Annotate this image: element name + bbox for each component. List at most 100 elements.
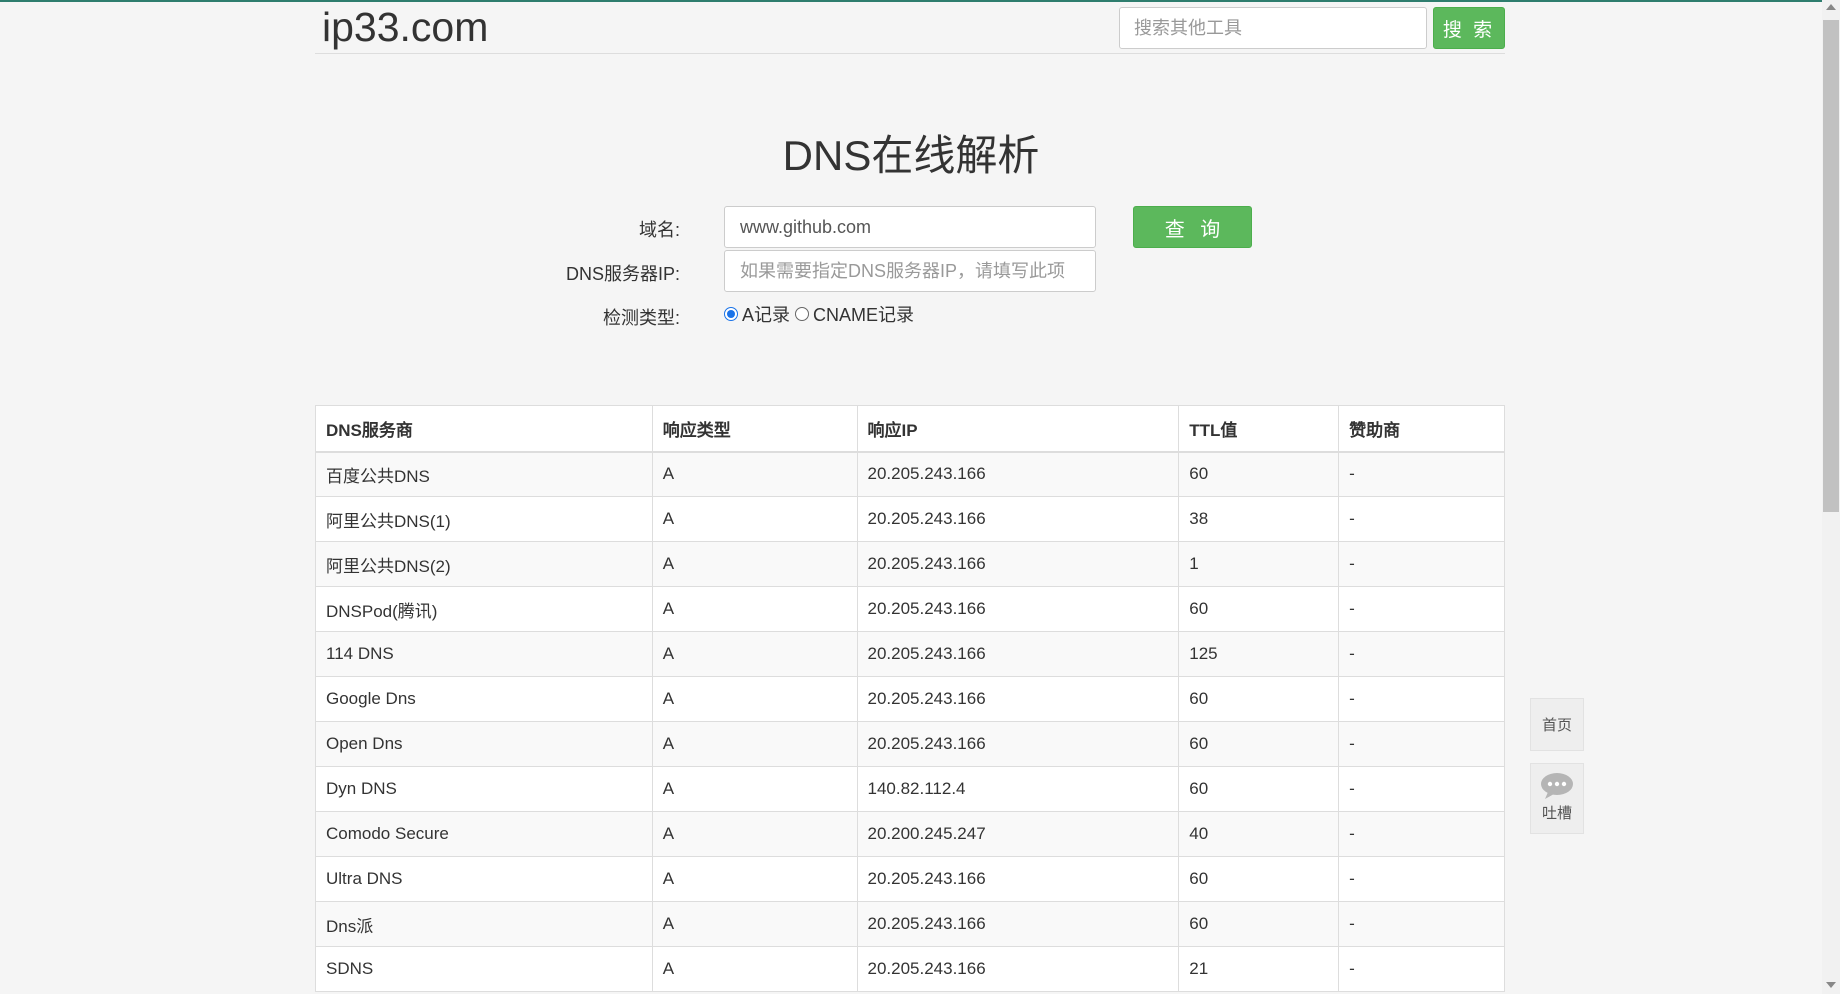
table-row: Dns派 A 20.205.243.166 60 - [315, 901, 1505, 947]
cell-ttl: 60 [1178, 676, 1340, 722]
cell-ttl: 21 [1178, 946, 1340, 992]
cell-ttl: 38 [1178, 496, 1340, 542]
cell-sponsor: - [1338, 451, 1505, 497]
cell-sponsor: - [1338, 766, 1505, 812]
page-title: DNS在线解析 [782, 132, 1040, 179]
cell-dns-provider: Open Dns [315, 721, 653, 767]
cell-response-ip: 20.205.243.166 [856, 901, 1180, 947]
cell-sponsor: - [1338, 541, 1505, 587]
cell-response-type: A [651, 901, 858, 947]
cell-sponsor: - [1338, 901, 1505, 947]
cell-response-ip: 20.205.243.166 [856, 451, 1180, 497]
scrollbar-thumb[interactable] [1823, 20, 1839, 512]
cell-dns-provider: Dns派 [315, 901, 653, 947]
cell-response-ip: 20.205.243.166 [856, 721, 1180, 767]
cell-response-ip: 20.200.245.247 [856, 811, 1180, 857]
cell-response-ip: 140.82.112.4 [856, 766, 1180, 812]
dns-server-ip-label: DNS服务器IP: [565, 264, 680, 284]
cell-response-ip: 20.205.243.166 [856, 856, 1180, 902]
header-ttl: TTL值 [1178, 405, 1340, 453]
cell-response-type: A [651, 946, 858, 992]
cell-dns-provider: DNSPod(腾讯) [315, 586, 653, 632]
tool-search-input[interactable] [1119, 7, 1427, 49]
cell-sponsor: - [1338, 811, 1505, 857]
header-sponsor: 赞助商 [1338, 405, 1505, 453]
domain-input[interactable] [724, 206, 1096, 248]
cell-sponsor: - [1338, 496, 1505, 542]
header-response-ip: 响应IP [856, 405, 1180, 453]
cell-response-ip: 20.205.243.166 [856, 676, 1180, 722]
cell-ttl: 60 [1178, 766, 1340, 812]
cell-response-type: A [651, 451, 858, 497]
tool-search-button[interactable]: 搜 索 [1433, 7, 1505, 49]
radio-a-record-label[interactable]: A记录 [742, 301, 790, 327]
cell-sponsor: - [1338, 721, 1505, 767]
cell-ttl: 1 [1178, 541, 1340, 587]
table-row: 阿里公共DNS(2) A 20.205.243.166 1 - [315, 541, 1505, 587]
cell-response-ip: 20.205.243.166 [856, 631, 1180, 677]
site-logo[interactable]: ip33.com [322, 4, 488, 51]
cell-response-ip: 20.205.243.166 [856, 586, 1180, 632]
radio-cname-record-label[interactable]: CNAME记录 [813, 301, 914, 327]
cell-response-ip: 20.205.243.166 [856, 541, 1180, 587]
cell-ttl: 40 [1178, 811, 1340, 857]
cell-dns-provider: Google Dns [315, 676, 653, 722]
table-row: Open Dns A 20.205.243.166 60 - [315, 721, 1505, 767]
cell-sponsor: - [1338, 856, 1505, 902]
cell-response-type: A [651, 766, 858, 812]
cell-dns-provider: Ultra DNS [315, 856, 653, 902]
home-float-button[interactable]: 首页 [1530, 698, 1584, 751]
query-button[interactable]: 查 询 [1133, 206, 1252, 248]
table-row: Google Dns A 20.205.243.166 60 - [315, 676, 1505, 722]
table-row: DNSPod(腾讯) A 20.205.243.166 60 - [315, 586, 1505, 632]
table-row: 阿里公共DNS(1) A 20.205.243.166 38 - [315, 496, 1505, 542]
radio-a-record[interactable] [724, 307, 738, 321]
table-row: Ultra DNS A 20.205.243.166 60 - [315, 856, 1505, 902]
cell-ttl: 125 [1178, 631, 1340, 677]
cell-dns-provider: Dyn DNS [315, 766, 653, 812]
cell-sponsor: - [1338, 631, 1505, 677]
cell-sponsor: - [1338, 676, 1505, 722]
cell-dns-provider: SDNS [315, 946, 653, 992]
cell-response-type: A [651, 586, 858, 632]
dns-server-ip-input[interactable] [724, 250, 1096, 292]
table-row: Comodo Secure A 20.200.245.247 40 - [315, 811, 1505, 857]
chat-bubble-icon [1541, 773, 1573, 799]
cell-dns-provider: 114 DNS [315, 631, 653, 677]
top-accent-bar [0, 0, 1840, 2]
scroll-up-arrow-icon[interactable] [1826, 4, 1836, 10]
header-response-type: 响应类型 [651, 405, 858, 453]
feedback-label: 吐槽 [1541, 805, 1572, 822]
radio-cname-record[interactable] [795, 307, 810, 321]
cell-response-type: A [651, 811, 858, 857]
cell-ttl: 60 [1178, 856, 1340, 902]
cell-dns-provider: Comodo Secure [315, 811, 653, 857]
cell-ttl: 60 [1178, 586, 1340, 632]
table-header-row: DNS服务商 响应类型 响应IP TTL值 赞助商 [315, 405, 1505, 453]
cell-ttl: 60 [1178, 901, 1340, 947]
cell-response-type: A [651, 541, 858, 587]
cell-ttl: 60 [1178, 721, 1340, 767]
check-type-label: 检测类型: [602, 308, 680, 328]
cell-sponsor: - [1338, 946, 1505, 992]
cell-dns-provider: 百度公共DNS [315, 451, 653, 497]
cell-response-ip: 20.205.243.166 [856, 946, 1180, 992]
header-dns-provider: DNS服务商 [315, 405, 653, 453]
header-divider [315, 53, 1505, 54]
check-type-group: A记录 CNAME记录 [724, 301, 919, 327]
dns-results-table: DNS服务商 响应类型 响应IP TTL值 赞助商 百度公共DNS A 20.2… [315, 405, 1505, 992]
cell-response-type: A [651, 631, 858, 677]
cell-response-ip: 20.205.243.166 [856, 496, 1180, 542]
scroll-down-arrow-icon[interactable] [1826, 982, 1836, 988]
cell-response-type: A [651, 496, 858, 542]
cell-dns-provider: 阿里公共DNS(1) [315, 496, 653, 542]
table-row: 百度公共DNS A 20.205.243.166 60 - [315, 451, 1505, 497]
cell-response-type: A [651, 721, 858, 767]
table-row: 114 DNS A 20.205.243.166 125 - [315, 631, 1505, 677]
feedback-float-button[interactable]: 吐槽 [1530, 763, 1584, 834]
cell-response-type: A [651, 676, 858, 722]
cell-ttl: 60 [1178, 451, 1340, 497]
table-row: Dyn DNS A 140.82.112.4 60 - [315, 766, 1505, 812]
cell-dns-provider: 阿里公共DNS(2) [315, 541, 653, 587]
domain-label: 域名: [638, 220, 680, 240]
